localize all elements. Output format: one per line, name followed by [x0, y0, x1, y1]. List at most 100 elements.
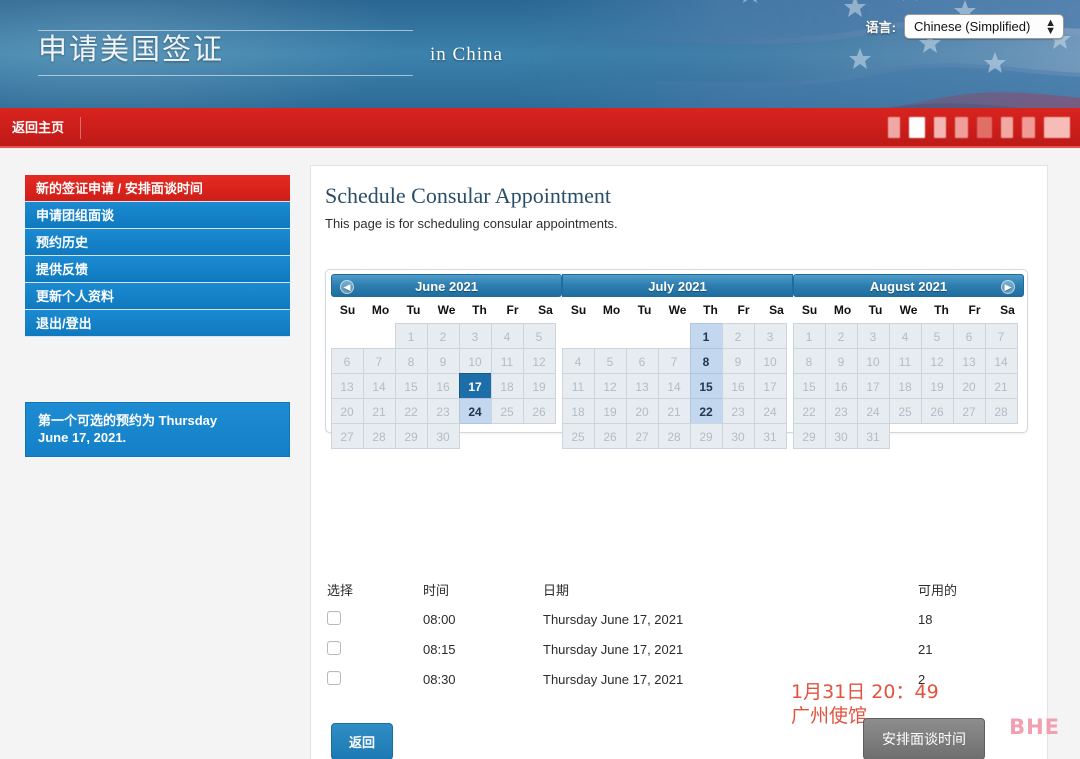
language-label: 语言: [865, 20, 896, 35]
language-select-value: Chinese (Simplified) [914, 19, 1031, 34]
calendar-week-row: 27 28 29 30 [330, 422, 562, 449]
sidebar-item-label: 退出/登出 [36, 316, 92, 331]
sidebar-item-logout[interactable]: 退出/登出 [25, 310, 290, 337]
calendar-day-disabled: 29 [689, 422, 723, 449]
banner-title-block: 申请美国签证 [38, 26, 418, 75]
calendar-day-disabled: 19 [920, 372, 954, 399]
calendar-day-empty [523, 423, 556, 449]
calendar-day-available[interactable]: 8 [689, 347, 723, 374]
updown-arrows-icon: ▲ ▼ [1045, 16, 1056, 37]
calendar-day-disabled: 10 [856, 347, 890, 374]
nav-obscured-item-4[interactable] [955, 117, 968, 138]
nav-obscured-item-5[interactable] [977, 117, 992, 138]
info-line-2: June 17, 2021. [38, 430, 127, 445]
calendar-day-disabled: 9 [721, 347, 755, 374]
calendar-day-disabled: 3 [458, 322, 492, 349]
calendar-day-disabled: 21 [984, 372, 1018, 399]
weekday-label: Th [934, 303, 949, 317]
sidebar-item-appointment-history[interactable]: 预约历史 [25, 229, 290, 256]
calendar-week-row: 12345 [331, 322, 562, 349]
calendar-day-disabled: 14 [657, 372, 691, 399]
calendar-day-disabled: 16 [426, 372, 460, 399]
sidebar-item-group-interview[interactable]: 申请团组面谈 [25, 202, 290, 229]
slot-checkbox[interactable] [327, 670, 341, 685]
calendar-day-disabled: 1 [792, 322, 826, 349]
back-button[interactable]: 返回 [331, 723, 394, 759]
calendar-day-disabled: 2 [824, 322, 858, 349]
weekday-label: Tu [868, 303, 883, 317]
calendar-weekday-row: Su Mo Tu We Th Fr Sa [562, 297, 793, 323]
calendar-day-disabled: 27 [330, 422, 364, 449]
language-select[interactable]: Chinese (Simplified) ▲ ▼ [904, 14, 1064, 39]
calendar-month-3: August 2021 ▶ Su Mo Tu We Th Fr Sa 1 2 3 4 5 6 7 8 9 10 11 1… [792, 274, 1024, 449]
calendar-day-available[interactable]: 1 [689, 322, 723, 349]
nav-obscured-item-1[interactable] [888, 117, 900, 138]
calendar-day-disabled: 21 [657, 397, 691, 424]
calendar-day-disabled: 8 [792, 347, 826, 374]
calendar-day-disabled: 16 [824, 372, 858, 399]
calendar-day-disabled: 18 [561, 397, 595, 424]
main-navbar: 返回主页 [0, 108, 1080, 148]
slot-checkbox[interactable] [327, 610, 341, 625]
nav-obscured-item-3[interactable] [934, 117, 946, 138]
weekday-label: Fr [737, 303, 750, 317]
calendar-day-disabled: 18 [490, 372, 524, 399]
calendar-day-disabled: 11 [888, 347, 922, 374]
weekday-label: Fr [968, 303, 981, 317]
weekday-label: Mo [833, 303, 852, 317]
slot-time: 08:00 [423, 611, 456, 627]
calendar-day-empty [626, 323, 659, 349]
sidebar-menu: 新的签证申请 / 安排面谈时间 申请团组面谈预约历史提供反馈 更新个人资料退出/登出 [25, 175, 290, 337]
nav-obscured-item-2[interactable] [909, 117, 925, 138]
sidebar-item-label: 预约历史 [36, 235, 89, 250]
nav-obscured-item-6[interactable] [1001, 117, 1013, 138]
page-subtitle: This page is for scheduling consular app… [325, 216, 618, 231]
weekday-label: Mo [602, 303, 621, 317]
calendar-week-row: 20 21 22 23 24 25 26 [330, 397, 562, 424]
calendar-day-available[interactable]: 22 [689, 397, 723, 424]
sidebar-item-update-profile[interactable]: 更新个人资料 [25, 283, 290, 310]
calendar-day-selected[interactable]: 17 [458, 372, 492, 399]
weekday-label: Tu [406, 303, 421, 317]
calendar-month-1: June 2021 ◀ Su Mo Tu We Th Fr Sa 1 2 3 4 5 6 7 8 9 10 11 12 1… [330, 274, 562, 449]
nav-obscured-item-7[interactable] [1022, 117, 1035, 138]
calendar-day-disabled: 12 [920, 347, 954, 374]
calendar-day-disabled: 4 [561, 347, 595, 374]
calendar-day-disabled: 13 [952, 347, 986, 374]
schedule-appointment-button[interactable]: 安排面谈时间 [863, 718, 985, 759]
calendar-day-empty [331, 323, 364, 349]
slot-time: 08:30 [423, 671, 456, 687]
weekday-label: Th [472, 303, 487, 317]
calendar-day-available[interactable]: 15 [689, 372, 723, 399]
weekday-label: We [899, 303, 918, 317]
calendar-week-row: 29 30 31 [792, 422, 1024, 449]
calendar-day-disabled: 22 [394, 397, 428, 424]
calendar-day-empty [658, 323, 691, 349]
nav-obscured-item-8[interactable] [1044, 117, 1070, 138]
sidebar-item-new-application[interactable]: 新的签证申请 / 安排面谈时间 [25, 175, 290, 202]
calendar-day-available[interactable]: 24 [458, 397, 492, 424]
calendar-next-month-icon[interactable]: ▶ [1001, 280, 1015, 294]
weekday-label: Mo [371, 303, 390, 317]
calendar-day-disabled: 28 [657, 422, 691, 449]
calendar-prev-month-icon[interactable]: ◀ [340, 280, 354, 294]
slot-checkbox[interactable] [327, 640, 341, 655]
calendar-week-row: 6 7 8 9 10 11 12 [330, 347, 562, 374]
calendar-day-disabled: 24 [856, 397, 890, 424]
watermark: BHE [1009, 715, 1060, 739]
weekday-label: Su [570, 303, 587, 317]
weekday-label: Sa [538, 303, 553, 317]
nav-home-link[interactable]: 返回主页 [0, 117, 82, 139]
slot-available: 18 [918, 611, 933, 627]
calendar-day-disabled: 9 [824, 347, 858, 374]
calendar-day-disabled: 30 [426, 422, 460, 449]
calendar-day-disabled: 26 [920, 397, 954, 424]
calendar-week-row: 15 16 17 18 19 20 21 [792, 372, 1024, 399]
sidebar-item-feedback[interactable]: 提供反馈 [25, 256, 290, 283]
language-selector-group: 语言: Chinese (Simplified) ▲ ▼ [866, 14, 1064, 39]
calendar-day-disabled: 16 [721, 372, 755, 399]
calendar-day-disabled: 6 [330, 347, 364, 374]
calendar-day-disabled: 30 [721, 422, 755, 449]
calendar-day-disabled: 27 [625, 422, 659, 449]
slot-select-cell [325, 640, 423, 658]
